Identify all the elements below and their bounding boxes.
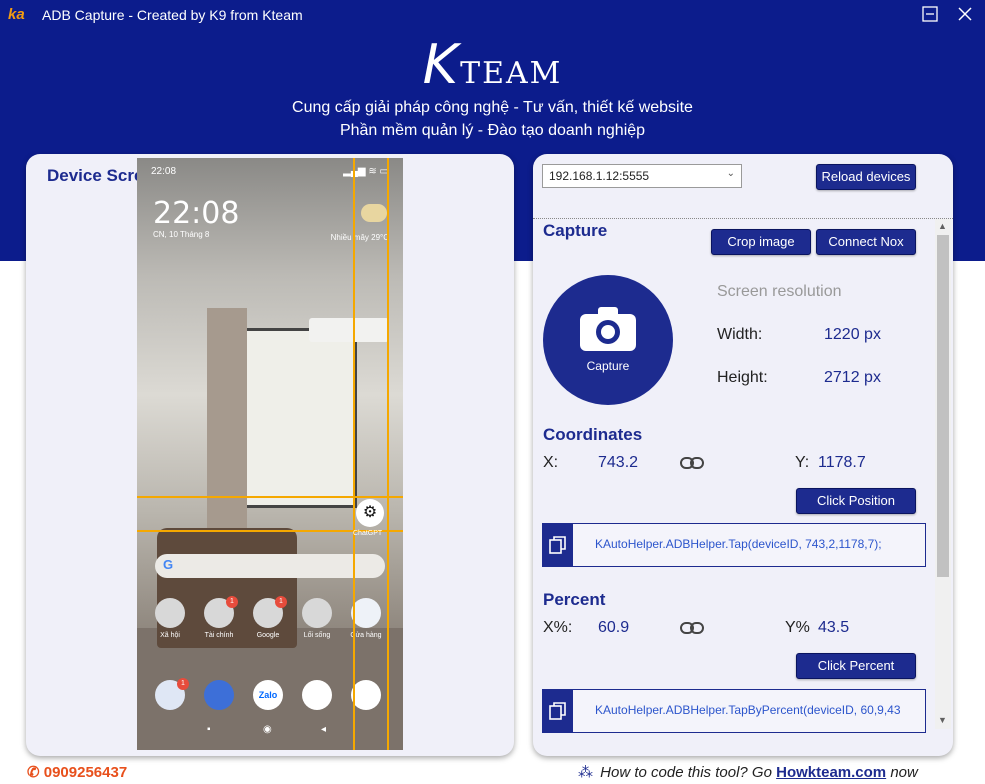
percent-y-value: 43.5 [818,619,850,636]
capture-button[interactable]: Capture [543,275,673,405]
chatgpt-label: ChatGPT [353,530,383,537]
app-logo-icon: ka [8,6,25,23]
notification-badge: 1 [226,596,238,608]
device-select-value: 192.168.1.12:5555 [549,169,650,183]
air-conditioner-image [309,318,389,342]
chrome-app-icon [351,680,381,710]
vertical-scrollbar[interactable]: ▲ ▼ [935,219,951,729]
google-search-bar: G [155,554,385,578]
percent-x-value: 60.9 [598,619,630,636]
brand-block: KTEAM Cung cấp giải pháp công nghệ - Tư … [0,34,985,142]
footer-suffix: now [890,764,918,781]
tap-percent-code-text: KAutoHelper.ADBHelper.TapByPercent(devic… [595,703,901,717]
scrollbar-thumb[interactable] [937,235,949,577]
guide-line-horizontal [137,496,403,498]
chevron-down-icon: ⌄ [726,168,735,179]
percent-x-label: X%: [543,619,573,636]
zalo-app-icon: Zalo [253,680,283,710]
window-title: ADB Capture - Created by K9 from Kteam [42,7,303,23]
messenger-app-icon [302,680,332,710]
height-value: 2712 px [824,369,881,386]
app-folder-icon [155,598,185,628]
click-position-button[interactable]: Click Position [796,488,916,514]
phone-status-time: 22:08 [151,166,177,177]
back-nav-icon: ◂ [321,724,327,735]
room-window-image [232,328,357,508]
coordinates-title: Coordinates [543,425,643,444]
capture-title: Capture [543,221,608,240]
chair-image [157,528,297,648]
title-bar: ka ADB Capture - Created by K9 from Ktea… [0,0,985,30]
footer-phone[interactable]: ✆ 0909256437 [27,763,127,781]
app-label: Cửa hàng [350,632,382,639]
device-select[interactable]: 192.168.1.12:5555 ⌄ [542,164,742,188]
capture-button-label: Capture [586,359,630,373]
scroll-up-icon[interactable]: ▲ [938,221,947,231]
recent-apps-icon: ▪ [207,724,211,735]
copy-icon[interactable] [543,690,573,732]
weather-icon [361,204,387,222]
phone-clock: 22:08 [153,196,240,231]
phone-date: CN, 10 Tháng 8 [153,230,210,239]
width-value: 1220 px [824,326,881,343]
messages-app-icon [204,680,234,710]
device-screenshot[interactable]: 22:08 ▂▄▆ ≋ ▭ 22:08 CN, 10 Tháng 8 Nhiều… [137,158,403,750]
reload-devices-button[interactable]: Reload devices [816,164,916,190]
coord-x-label: X: [543,454,559,471]
minimize-icon[interactable] [919,3,941,25]
width-label: Width: [717,326,763,343]
app-label: Xã hội [160,632,180,639]
guide-line-vertical [353,158,355,750]
control-panel: 192.168.1.12:5555 ⌄ Reload devices Captu… [533,154,953,756]
phone-icon: ✆ [27,764,40,781]
crop-image-button[interactable]: Crop image [711,229,811,255]
coord-y-value: 1178.7 [818,454,866,471]
coord-y-label: Y: [795,454,810,471]
phone-number: 0909256437 [43,764,128,781]
connect-nox-button[interactable]: Connect Nox [816,229,916,255]
click-percent-button[interactable]: Click Percent [796,653,916,679]
kteam-logo-k: K [422,33,461,96]
height-label: Height: [717,369,768,386]
copy-icon[interactable] [543,524,573,566]
app-label: Lối sống [303,632,331,639]
percent-title: Percent [543,590,606,609]
camera-icon [580,307,636,351]
app-label: Tài chính [204,632,234,639]
tagline-line-1: Cung cấp giải pháp công nghệ - Tư vấn, t… [292,99,693,116]
screen-resolution-label: Screen resolution [717,283,842,300]
share-icon: ⁂ [578,764,593,781]
close-icon[interactable] [954,3,976,25]
tagline-line-2: Phần mềm quản lý - Đào tạo doanh nghiệp [339,122,646,139]
tap-code-text: KAutoHelper.ADBHelper.Tap(deviceID, 743,… [595,537,882,551]
phone-weather: Nhiều mây 29°C [330,233,389,242]
chatgpt-app-icon: ⚙ [356,499,384,527]
app-folder-icon [302,598,332,628]
tap-percent-code-box[interactable]: KAutoHelper.ADBHelper.TapByPercent(devic… [542,689,926,733]
phone-status-icons: ▂▄▆ ≋ ▭ [343,166,389,177]
percent-y-label: Y% [785,619,810,636]
tap-code-box[interactable]: KAutoHelper.ADBHelper.Tap(deviceID, 743,… [542,523,926,567]
footer-prefix: How to code this tool? Go [600,764,772,781]
notification-badge: 1 [177,678,189,690]
kteam-logo: KTEAM [0,34,985,96]
guide-line-vertical [387,158,389,750]
scroll-area[interactable]: Capture Crop image Connect Nox Capture S… [533,218,953,756]
notification-badge: 1 [275,596,287,608]
howkteam-link[interactable]: Howkteam.com [776,764,886,781]
scroll-down-icon[interactable]: ▼ [938,715,947,725]
phone-navbar: ▪ ◉ ◂ [137,724,403,744]
curtain-image [207,308,247,528]
link-icon [680,457,704,469]
home-nav-icon: ◉ [263,724,272,735]
kteam-logo-text: TEAM [460,56,563,91]
play-store-icon [351,598,381,628]
coord-x-value: 743.2 [598,454,639,471]
link-icon [680,622,704,634]
google-icon: G [163,557,174,572]
app-label: Google [256,632,280,639]
footer-howkteam: ⁂ How to code this tool? Go Howkteam.com… [578,763,918,781]
